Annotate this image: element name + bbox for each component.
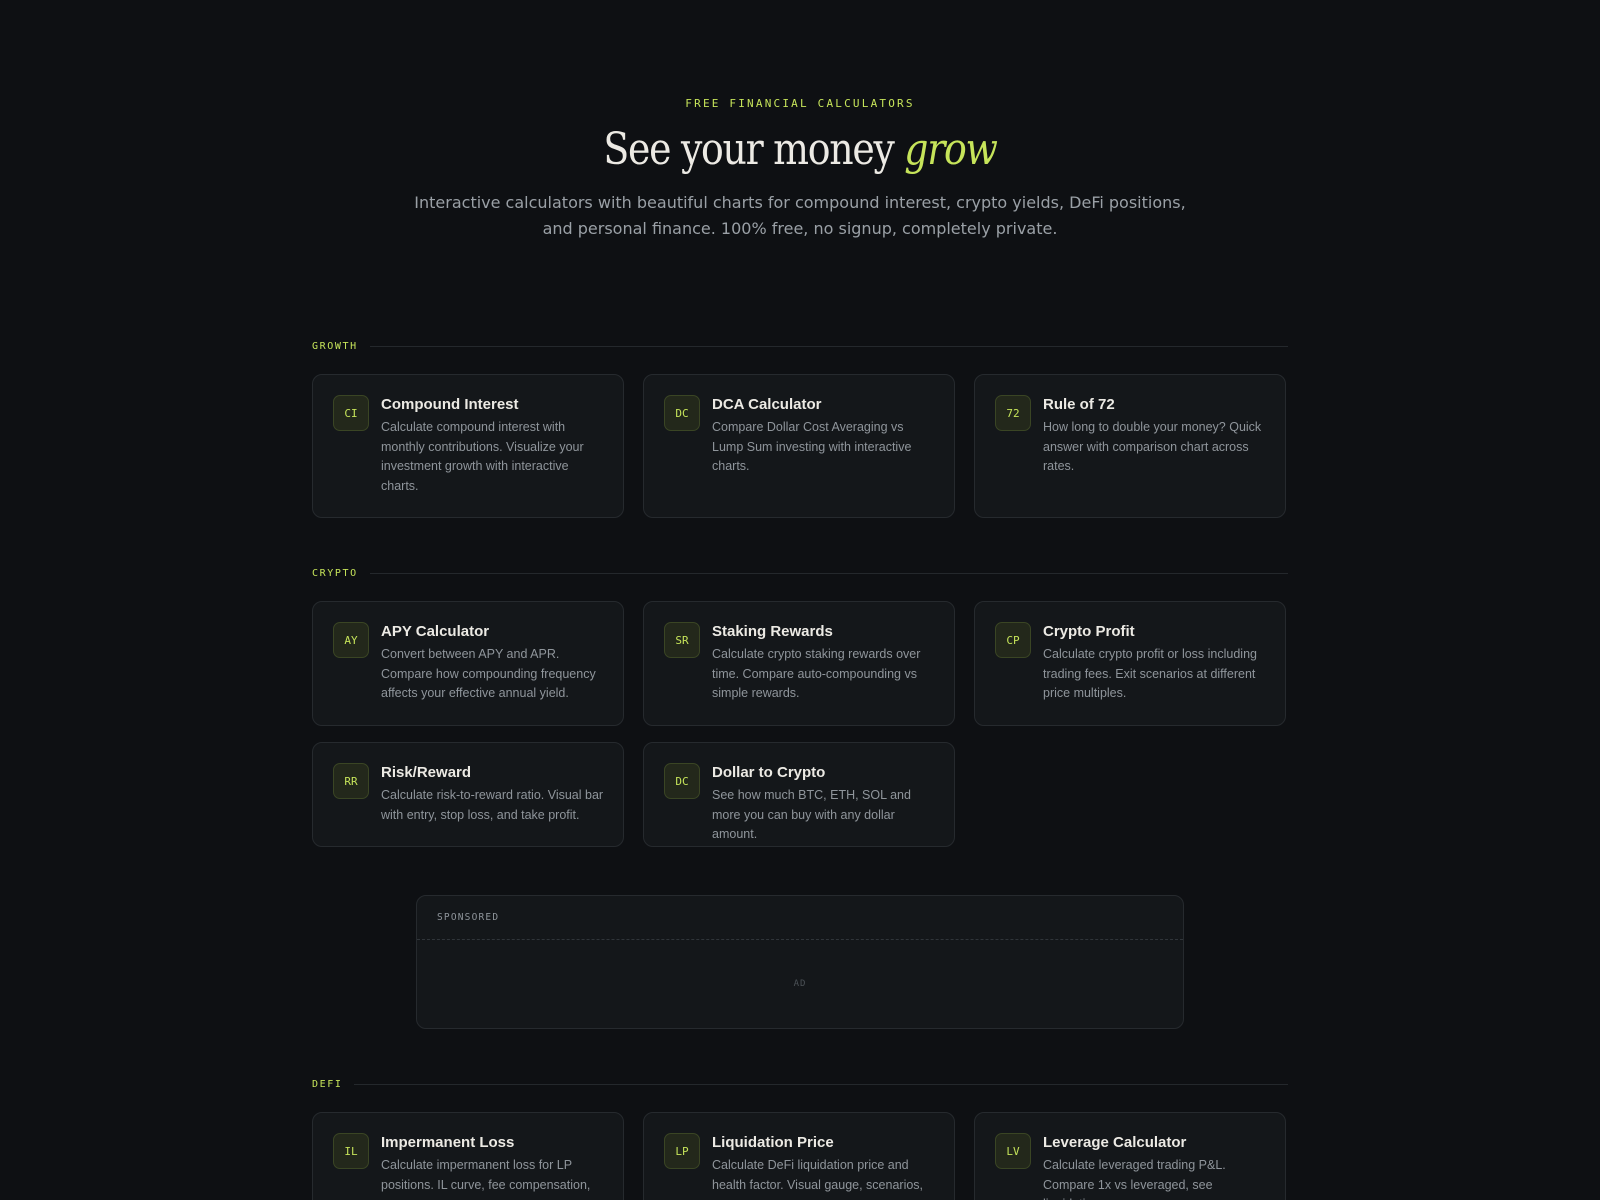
- card-badge-icon: SR: [664, 622, 700, 658]
- card-crypto-profit[interactable]: CP Crypto Profit Calculate crypto profit…: [974, 601, 1286, 726]
- card-badge-icon: CP: [995, 622, 1031, 658]
- card-title: APY Calculator: [381, 623, 490, 640]
- card-description: Calculate DeFi liquidation price and hea…: [712, 1158, 924, 1192]
- card-badge-icon: IL: [333, 1133, 369, 1169]
- section-header-crypto: CRYPTO: [312, 565, 1288, 581]
- card-description: Calculate crypto staking rewards over ti…: [712, 647, 921, 700]
- card-title: Rule of 72: [1043, 396, 1115, 413]
- card-description: How long to double your money? Quick ans…: [1043, 420, 1262, 473]
- section-label-growth: GROWTH: [312, 340, 358, 352]
- card-title: Risk/Reward: [381, 764, 472, 781]
- hero-title-accent: grow: [904, 124, 998, 175]
- card-description: Calculate impermanent loss for LP positi…: [381, 1158, 591, 1192]
- ad-label: SPONSORED: [417, 896, 1183, 940]
- card-description: Calculate risk-to-reward ratio. Visual b…: [381, 788, 604, 822]
- section-divider: [354, 1083, 1288, 1085]
- card-title: Dollar to Crypto: [712, 764, 826, 781]
- card-badge-icon: 72: [995, 395, 1031, 431]
- card-description: Compare Dollar Cost Averaging vs Lump Su…: [712, 420, 912, 473]
- hero-title: See your money grow: [112, 120, 1488, 180]
- section-header-defi: DEFI: [312, 1076, 1288, 1092]
- hero-title-main: See your money: [603, 124, 905, 175]
- card-risk-reward[interactable]: RR Risk/Reward Calculate risk-to-reward …: [312, 742, 624, 847]
- card-title: Compound Interest: [381, 396, 519, 413]
- card-title: DCA Calculator: [712, 396, 822, 413]
- hero-subtitle-line-2: and personal finance. 100% free, no sign…: [542, 219, 1058, 238]
- sponsored-ad-slot[interactable]: SPONSORED AD: [416, 895, 1184, 1029]
- hero-eyebrow: FREE FINANCIAL CALCULATORS: [685, 97, 915, 110]
- card-title: Liquidation Price: [712, 1134, 834, 1151]
- hero-subtitle: Interactive calculators with beautiful c…: [400, 190, 1200, 242]
- card-badge-icon: DC: [664, 395, 700, 431]
- card-badge-icon: LV: [995, 1133, 1031, 1169]
- card-impermanent-loss[interactable]: IL Impermanent Loss Calculate impermanen…: [312, 1112, 624, 1200]
- section-label-crypto: CRYPTO: [312, 567, 358, 579]
- card-badge-icon: AY: [333, 622, 369, 658]
- section-divider: [369, 345, 1288, 347]
- card-title: Crypto Profit: [1043, 623, 1135, 640]
- card-description: Calculate leveraged trading P&L. Compare…: [1043, 1158, 1226, 1200]
- card-badge-icon: DC: [664, 763, 700, 799]
- card-badge-icon: LP: [664, 1133, 700, 1169]
- card-title: Impermanent Loss: [381, 1134, 515, 1151]
- section-label-defi: DEFI: [312, 1078, 343, 1090]
- hero-subtitle-line-1: Interactive calculators with beautiful c…: [414, 193, 1186, 212]
- card-compound-interest[interactable]: CI Compound Interest Calculate compound …: [312, 374, 624, 518]
- card-dca-calculator[interactable]: DC DCA Calculator Compare Dollar Cost Av…: [643, 374, 955, 518]
- card-title: Staking Rewards: [712, 623, 833, 640]
- card-title: Leverage Calculator: [1043, 1134, 1187, 1151]
- card-description: Convert between APY and APR. Compare how…: [381, 647, 596, 700]
- section-divider: [369, 572, 1288, 574]
- card-rule-of-72[interactable]: 72 Rule of 72 How long to double your mo…: [974, 374, 1286, 518]
- card-apy-calculator[interactable]: AY APY Calculator Convert between APY an…: [312, 601, 624, 726]
- card-description: Calculate compound interest with monthly…: [381, 420, 584, 493]
- page: FREE FINANCIAL CALCULATORS See your mone…: [0, 0, 1600, 1200]
- card-leverage-calculator[interactable]: LV Leverage Calculator Calculate leverag…: [974, 1112, 1286, 1200]
- ad-placeholder: AD: [793, 979, 807, 989]
- section-header-growth: GROWTH: [312, 338, 1288, 354]
- card-badge-icon: CI: [333, 395, 369, 431]
- card-liquidation-price[interactable]: LP Liquidation Price Calculate DeFi liqu…: [643, 1112, 955, 1200]
- card-staking-rewards[interactable]: SR Staking Rewards Calculate crypto stak…: [643, 601, 955, 726]
- card-description: See how much BTC, ETH, SOL and more you …: [712, 788, 911, 841]
- card-badge-icon: RR: [333, 763, 369, 799]
- card-dollar-to-crypto[interactable]: DC Dollar to Crypto See how much BTC, ET…: [643, 742, 955, 847]
- card-description: Calculate crypto profit or loss includin…: [1043, 647, 1257, 700]
